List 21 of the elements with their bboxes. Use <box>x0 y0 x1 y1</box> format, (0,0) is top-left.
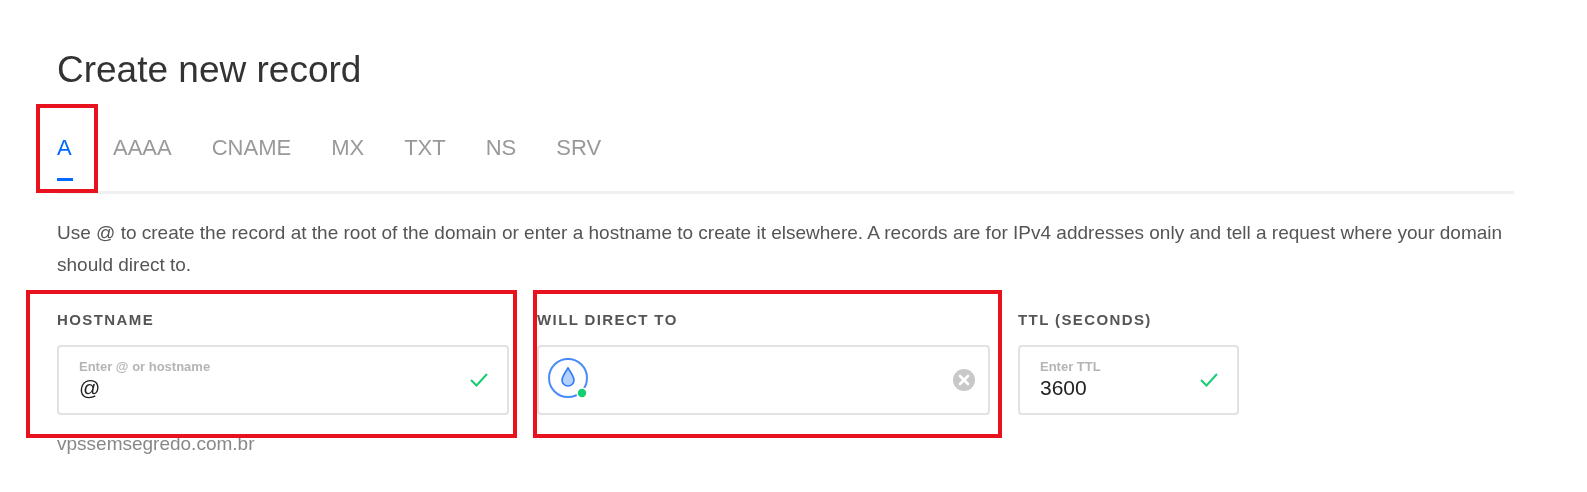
field-value: @ <box>79 376 102 401</box>
description-text: Use @ to create the record at the root of the domain or enter a hostname to create it elsewhere. A records are for IPv4 addresses only and tell a request where your domain should direct to. <box>57 220 1504 277</box>
floating-label: Enter TTL <box>1040 359 1101 375</box>
record-type-tab[interactable]: NS <box>485 120 517 191</box>
resource-select[interactable] <box>537 344 990 415</box>
field-label: TTL (SECONDS) <box>1018 310 1153 328</box>
record-type-tab[interactable]: AAAA <box>113 120 172 191</box>
input-field[interactable]: Enter @ or hostname @ <box>57 344 509 415</box>
field-label: HOSTNAME <box>57 310 156 328</box>
record-type-tab[interactable]: A <box>57 120 73 191</box>
field-value: 3600 <box>1040 376 1088 401</box>
record-type-tab[interactable]: CNAME <box>211 120 292 191</box>
record-type-tab[interactable]: SRV <box>556 120 602 191</box>
input-field[interactable]: Enter TTL 3600 <box>1018 344 1239 415</box>
record-type-tab[interactable]: TXT <box>404 120 446 191</box>
record-type-tab[interactable]: MX <box>331 120 365 191</box>
floating-label: Enter @ or hostname <box>79 359 211 375</box>
domain-text: vpssemsegredo.com.br <box>57 432 256 455</box>
page-title: Create new record <box>57 50 363 91</box>
clear-icon[interactable] <box>952 367 976 392</box>
field-label: WILL DIRECT TO <box>537 310 679 328</box>
